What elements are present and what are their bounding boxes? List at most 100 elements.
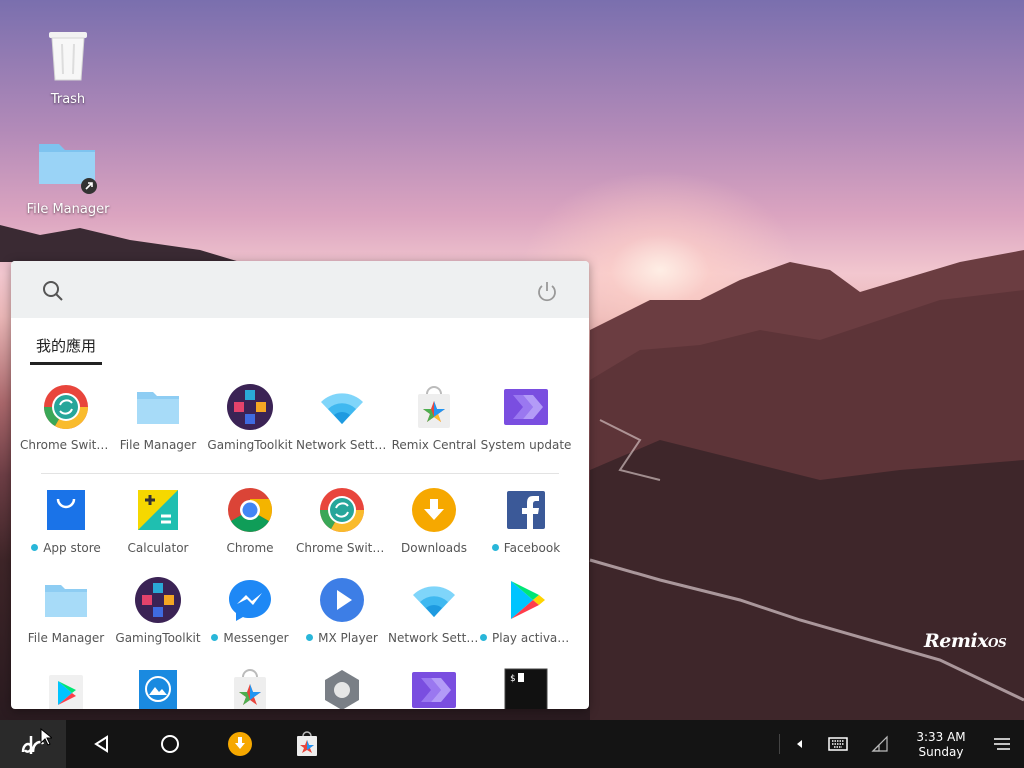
app-grid: Chrome Switc... File Manager GamingToolk… [11, 378, 589, 709]
folder-shortcut-icon [39, 144, 97, 194]
calculator-icon [138, 490, 178, 530]
start-button[interactable] [0, 720, 66, 768]
wifi-icon [321, 393, 363, 424]
back-button[interactable] [84, 720, 120, 768]
tray-expand-button[interactable] [790, 720, 810, 768]
gaming-toolkit-icon [227, 384, 273, 430]
app-label: Play activat... [480, 631, 572, 645]
remix-central-icon [234, 669, 266, 709]
app-facebook[interactable]: Facebook [480, 487, 572, 555]
notifications-button[interactable] [988, 720, 1016, 768]
app-label: MX Player [296, 631, 388, 645]
system-clock[interactable]: 3:33 AM Sunday [905, 730, 977, 760]
desktop-file-manager[interactable]: File Manager [18, 138, 118, 217]
gallery-icon [139, 670, 177, 709]
app-play-store[interactable] [20, 667, 112, 709]
new-badge [211, 634, 219, 641]
taskbar-downloads[interactable] [222, 720, 258, 768]
app-network-settings-recent[interactable]: Network Setti... [296, 384, 388, 452]
app-play-activation[interactable]: Play activat... [480, 577, 572, 645]
clock-day: Sunday [918, 745, 964, 759]
app-downloads[interactable]: Downloads [388, 487, 480, 555]
back-triangle-icon [94, 735, 108, 753]
trash-icon [49, 32, 87, 81]
app-label: Remix Central [391, 438, 477, 452]
app-chrome-switch[interactable]: Chrome Switc... [296, 487, 388, 555]
app-label: Network Setti... [296, 438, 388, 452]
app-label: File Manager [27, 631, 105, 645]
gaming-toolkit-icon [135, 577, 181, 623]
home-button[interactable] [152, 720, 188, 768]
desktop-file-manager-label: File Manager [26, 202, 110, 217]
app-label: Downloads [401, 541, 467, 555]
power-icon[interactable] [536, 280, 558, 302]
app-gaming-toolkit[interactable]: GamingToolkit [112, 577, 204, 645]
app-mx-player[interactable]: MX Player [296, 577, 388, 645]
new-badge [480, 634, 487, 641]
app-messenger[interactable]: Messenger [204, 577, 296, 645]
desktop-trash-label: Trash [50, 92, 86, 107]
app-remix-central[interactable] [204, 667, 296, 709]
signal-button[interactable] [866, 720, 894, 768]
app-file-manager-recent[interactable]: File Manager [112, 384, 204, 452]
mx-player-icon [320, 578, 364, 622]
launcher-search-bar[interactable] [11, 261, 589, 318]
svg-text:$: $ [510, 674, 515, 684]
app-label: GamingToolkit [207, 438, 293, 452]
play-store-icon [49, 675, 83, 709]
apps-row-3: $ [11, 667, 589, 709]
app-label: Chrome Switc... [20, 438, 112, 452]
signal-icon [871, 735, 888, 752]
app-chrome[interactable]: Chrome [204, 487, 296, 555]
apps-row-1: App store Calculator Chrome Chrome Switc… [11, 487, 589, 577]
system-update-icon [412, 672, 456, 708]
remix-central-icon [297, 731, 317, 756]
downloads-icon [228, 732, 252, 756]
taskbar-separator [779, 734, 780, 754]
taskbar-remix-central[interactable] [289, 720, 325, 768]
app-launcher-panel: 我的應用 Chrome Switc... File Manager Gaming… [11, 261, 589, 709]
app-store-icon [47, 490, 85, 530]
app-remix-central-recent[interactable]: Remix Central [388, 384, 480, 452]
home-circle-icon [161, 735, 179, 753]
app-label: Chrome [226, 541, 274, 555]
folder-icon [137, 392, 179, 424]
facebook-icon [507, 491, 545, 529]
mouse-cursor [40, 728, 52, 746]
app-terminal[interactable]: $ [480, 667, 572, 709]
chrome-icon [228, 488, 272, 532]
desktop-trash[interactable]: Trash [18, 26, 118, 107]
app-label: Facebook [480, 541, 572, 555]
app-chrome-switch-recent[interactable]: Chrome Switc... [20, 384, 112, 452]
apps-row-2: File Manager GamingToolkit Messenger MX … [11, 577, 589, 667]
app-system-update-recent[interactable]: System update [480, 384, 572, 452]
app-gallery[interactable] [112, 667, 204, 709]
app-settings[interactable] [296, 667, 388, 709]
app-label: App store [20, 541, 112, 555]
app-file-manager[interactable]: File Manager [20, 577, 112, 645]
caret-left-icon [797, 740, 802, 748]
remix-central-icon [418, 386, 450, 428]
app-network-settings[interactable]: Network Setti... [388, 577, 480, 645]
tab-my-apps[interactable]: 我的應用 [30, 333, 103, 365]
app-system-update[interactable] [388, 667, 480, 709]
app-app-store[interactable]: App store [20, 487, 112, 555]
chrome-switch-icon [44, 385, 88, 429]
app-gaming-toolkit-recent[interactable]: GamingToolkit [204, 384, 296, 452]
search-icon[interactable] [41, 279, 65, 303]
app-label: File Manager [119, 438, 197, 452]
folder-icon [45, 585, 87, 617]
app-calculator[interactable]: Calculator [112, 487, 204, 555]
app-label: System update [480, 438, 572, 452]
app-label: GamingToolkit [115, 631, 201, 645]
keyboard-button[interactable] [824, 720, 852, 768]
messenger-icon [229, 580, 271, 621]
recent-divider [41, 473, 559, 474]
new-badge [491, 544, 499, 551]
new-badge [31, 544, 39, 551]
app-label: Chrome Switc... [296, 541, 388, 555]
app-label: Network Setti... [388, 631, 480, 645]
app-label: Calculator [127, 541, 189, 555]
taskbar: 3:33 AM Sunday [0, 720, 1024, 768]
app-label: Messenger [204, 631, 296, 645]
